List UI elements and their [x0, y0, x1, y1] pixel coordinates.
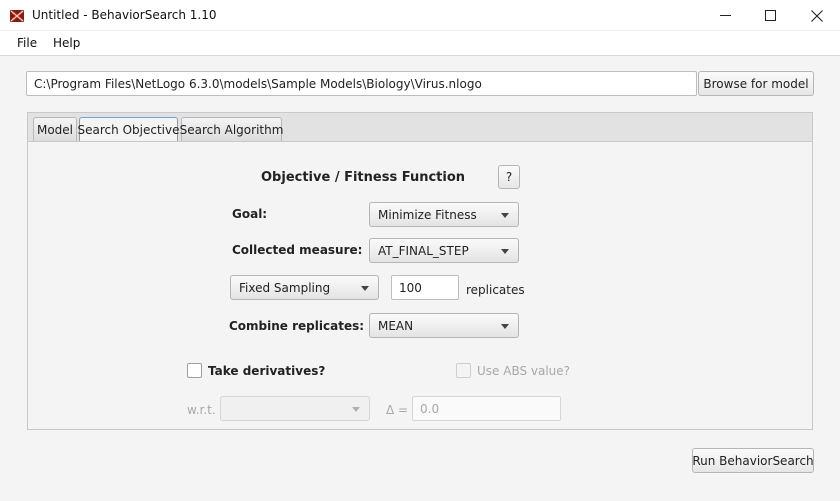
browse-model-button[interactable]: Browse for model	[698, 71, 814, 96]
take-derivatives-checkbox[interactable]	[187, 363, 202, 378]
wrt-select[interactable]	[220, 396, 370, 421]
chevron-down-icon	[501, 324, 509, 329]
model-path-input[interactable]: C:\Program Files\NetLogo 6.3.0\models\Sa…	[26, 71, 697, 96]
maximize-icon	[764, 10, 776, 21]
delta-input[interactable]: 0.0	[412, 396, 561, 421]
menu-help[interactable]: Help	[53, 36, 80, 50]
close-icon	[811, 9, 823, 22]
wrt-label: w.r.t.	[187, 403, 216, 417]
sampling-value: Fixed Sampling	[239, 281, 331, 295]
combine-replicates-label: Combine replicates:	[229, 319, 365, 333]
help-button[interactable]: ?	[498, 165, 520, 189]
combine-replicates-select[interactable]: MEAN	[369, 313, 519, 338]
window-title: Untitled - BehaviorSearch 1.10	[32, 8, 217, 22]
sampling-select[interactable]: Fixed Sampling	[230, 275, 379, 300]
combine-replicates-value: MEAN	[378, 319, 414, 333]
run-behaviorsearch-button[interactable]: Run BehaviorSearch	[692, 448, 814, 473]
chevron-down-icon	[352, 407, 360, 412]
collected-measure-value: AT_FINAL_STEP	[378, 244, 469, 258]
goal-label: Goal:	[232, 207, 268, 221]
goal-value: Minimize Fitness	[378, 208, 477, 222]
tab-search-objective[interactable]: Search Objective	[78, 117, 179, 141]
maximize-button[interactable]	[747, 0, 793, 31]
minimize-button[interactable]	[702, 0, 748, 31]
close-button[interactable]	[794, 0, 840, 31]
goal-select[interactable]: Minimize Fitness	[369, 202, 519, 227]
replicates-input[interactable]: 100	[391, 275, 459, 300]
use-abs-label: Use ABS value?	[477, 364, 571, 378]
tab-model[interactable]: Model	[33, 117, 77, 141]
take-derivatives-label: Take derivatives?	[208, 364, 326, 378]
delta-label: Δ =	[386, 403, 409, 417]
chevron-down-icon	[501, 249, 509, 254]
collected-measure-label: Collected measure:	[232, 243, 363, 257]
tab-search-algorithm[interactable]: Search Algorithm	[180, 117, 283, 141]
chevron-down-icon	[501, 213, 509, 218]
replicates-label: replicates	[466, 283, 525, 297]
chevron-down-icon	[361, 286, 369, 291]
menu-bar: File Help	[0, 31, 840, 56]
collected-measure-select[interactable]: AT_FINAL_STEP	[369, 238, 519, 263]
title-bar: Untitled - BehaviorSearch 1.10	[0, 0, 840, 31]
objective-title: Objective / Fitness Function	[261, 170, 466, 185]
menu-file[interactable]: File	[17, 36, 37, 50]
minimize-icon	[719, 15, 731, 16]
behaviorsearch-logo-icon	[10, 10, 24, 22]
use-abs-checkbox[interactable]	[456, 363, 471, 378]
